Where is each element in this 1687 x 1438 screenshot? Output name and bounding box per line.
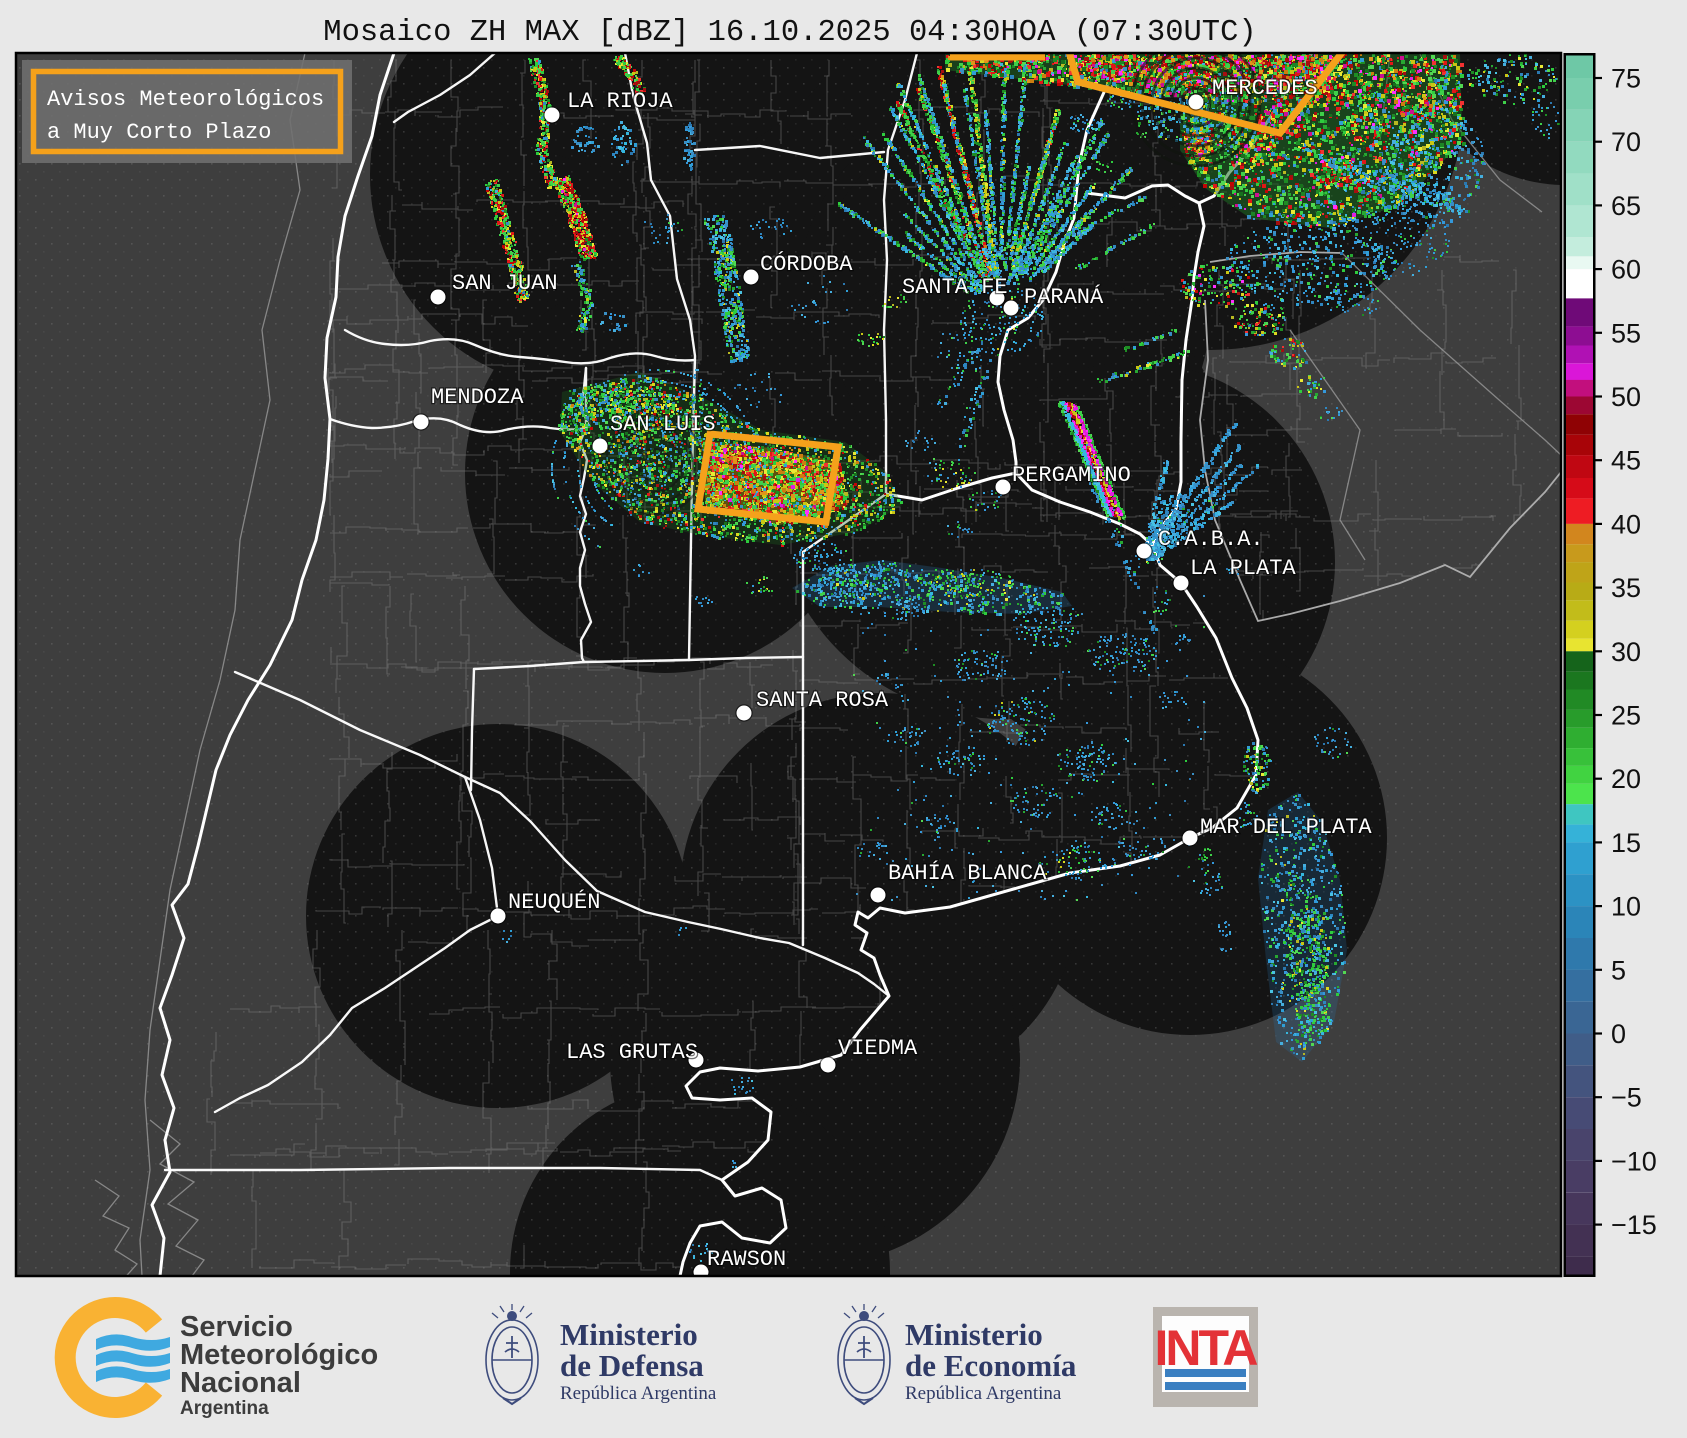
svg-text:55: 55 — [1611, 318, 1641, 348]
svg-text:70: 70 — [1611, 127, 1641, 157]
svg-text:−15: −15 — [1611, 1210, 1657, 1240]
svg-text:35: 35 — [1611, 573, 1641, 603]
svg-text:75: 75 — [1611, 64, 1641, 94]
svg-text:Nacional: Nacional — [180, 1367, 301, 1399]
svg-text:SANTA ROSA: SANTA ROSA — [756, 688, 889, 713]
svg-text:30: 30 — [1611, 637, 1641, 667]
svg-text:65: 65 — [1611, 191, 1641, 221]
svg-text:45: 45 — [1611, 446, 1641, 476]
svg-text:Avisos Meteorológicos: Avisos Meteorológicos — [47, 87, 324, 112]
svg-text:Ministerio: Ministerio — [560, 1317, 698, 1352]
svg-text:LAS GRUTAS: LAS GRUTAS — [566, 1040, 698, 1065]
svg-text:PERGAMINO: PERGAMINO — [1012, 463, 1131, 488]
svg-text:MAR DEL PLATA: MAR DEL PLATA — [1200, 815, 1372, 840]
svg-text:VIEDMA: VIEDMA — [838, 1036, 918, 1061]
svg-text:LA PLATA: LA PLATA — [1190, 556, 1296, 581]
svg-text:50: 50 — [1611, 382, 1641, 412]
svg-text:15: 15 — [1611, 828, 1641, 858]
svg-text:10: 10 — [1611, 892, 1641, 922]
svg-text:BAHÍA BLANCA: BAHÍA BLANCA — [888, 860, 1047, 886]
svg-text:Ministerio: Ministerio — [905, 1317, 1043, 1352]
svg-text:RAWSON: RAWSON — [707, 1247, 786, 1272]
svg-text:25: 25 — [1611, 701, 1641, 731]
svg-text:República Argentina: República Argentina — [560, 1383, 717, 1404]
svg-text:40: 40 — [1611, 509, 1641, 539]
svg-text:C.A.B.A.: C.A.B.A. — [1158, 527, 1264, 552]
svg-text:20: 20 — [1611, 764, 1641, 794]
svg-text:Mosaico ZH MAX [dBZ] 16.10.202: Mosaico ZH MAX [dBZ] 16.10.2025 04:30HOA… — [323, 16, 1256, 50]
svg-text:de Economía: de Economía — [905, 1348, 1077, 1383]
svg-text:−5: −5 — [1611, 1083, 1642, 1113]
svg-text:0: 0 — [1611, 1019, 1626, 1049]
svg-text:Argentina: Argentina — [180, 1398, 269, 1419]
svg-text:PARANÁ: PARANÁ — [1024, 284, 1104, 310]
svg-text:NEUQUÉN: NEUQUÉN — [508, 889, 600, 915]
svg-text:MENDOZA: MENDOZA — [431, 385, 524, 410]
svg-text:SAN LUIS: SAN LUIS — [610, 412, 716, 437]
svg-text:MERCEDES: MERCEDES — [1212, 76, 1318, 101]
svg-text:−10: −10 — [1611, 1146, 1657, 1176]
svg-text:5: 5 — [1611, 955, 1626, 985]
svg-text:LA RIOJA: LA RIOJA — [567, 89, 673, 114]
svg-text:60: 60 — [1611, 255, 1641, 285]
svg-text:SAN JUAN: SAN JUAN — [452, 271, 558, 296]
svg-text:CÓRDOBA: CÓRDOBA — [760, 251, 853, 277]
svg-text:a Muy Corto Plazo: a Muy Corto Plazo — [47, 120, 271, 145]
svg-text:INTA: INTA — [1155, 1320, 1258, 1376]
svg-text:SANTA FE: SANTA FE — [902, 275, 1008, 300]
svg-text:de Defensa: de Defensa — [560, 1348, 704, 1383]
svg-text:República Argentina: República Argentina — [905, 1383, 1062, 1404]
